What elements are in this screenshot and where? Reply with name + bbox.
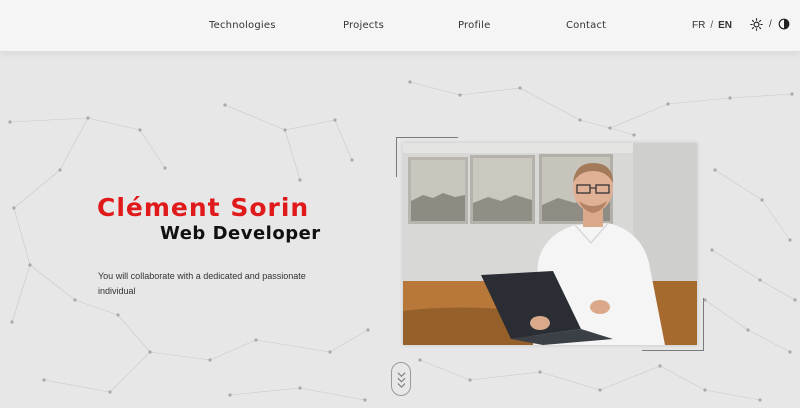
nav-profile[interactable]: Profile xyxy=(458,20,491,31)
chevron-down-icon xyxy=(397,372,405,388)
contrast-icon[interactable] xyxy=(778,18,791,31)
site-header: Technologies Projects Profile Contact FR… xyxy=(0,0,800,52)
theme-separator: / xyxy=(769,19,772,30)
lang-fr-button[interactable]: FR xyxy=(692,20,705,31)
nav-contact[interactable]: Contact xyxy=(566,20,606,31)
language-switcher: FR / EN xyxy=(692,20,732,31)
theme-switcher: / xyxy=(750,18,791,31)
nav-projects[interactable]: Projects xyxy=(343,20,384,31)
lang-separator: / xyxy=(710,20,714,31)
sun-icon[interactable] xyxy=(750,18,763,31)
hero-role: Web Developer xyxy=(160,223,321,244)
scroll-down-indicator[interactable] xyxy=(391,362,411,396)
nav-technologies[interactable]: Technologies xyxy=(209,20,276,31)
lang-en-button[interactable]: EN xyxy=(718,20,732,31)
profile-photo xyxy=(403,143,697,345)
hero-description: You will collaborate with a dedicated an… xyxy=(98,271,306,296)
hero-name: Clément Sorin xyxy=(97,193,310,222)
